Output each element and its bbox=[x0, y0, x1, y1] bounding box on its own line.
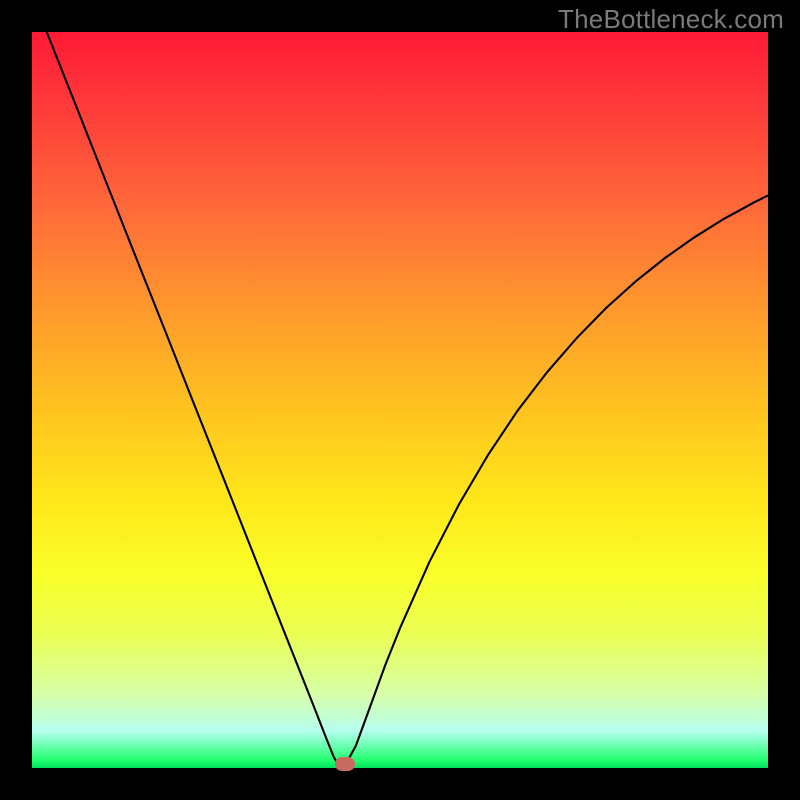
chart-area bbox=[32, 32, 768, 768]
bottleneck-curve-svg bbox=[32, 32, 768, 768]
curve-left-branch bbox=[47, 32, 339, 766]
watermark-text: TheBottleneck.com bbox=[558, 4, 784, 35]
optimal-point-marker bbox=[335, 757, 355, 771]
curve-right-branch bbox=[345, 195, 768, 765]
